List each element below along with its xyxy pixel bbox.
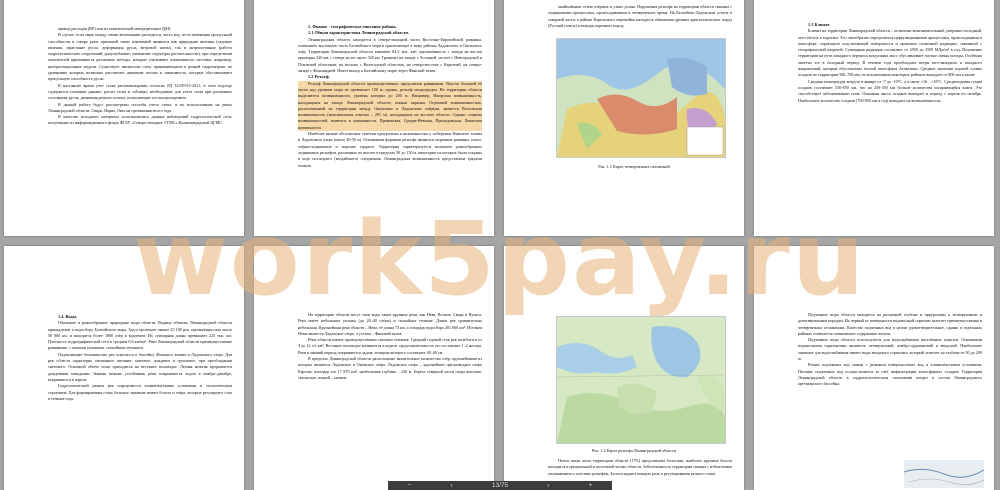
page-counter: 13/75: [491, 482, 509, 489]
document-page-6: На территории области несут свои воды та…: [254, 246, 494, 490]
document-page-2: 1. Физико - географическое описание райо…: [254, 0, 494, 236]
zoom-in-button[interactable]: +: [589, 482, 593, 489]
relief-map: [556, 316, 726, 444]
page-3-text: окаймлённые сетью озёрных и узких долин.…: [548, 4, 732, 29]
paragraph: Гидрологический режим рек определяется к…: [48, 383, 232, 401]
page-navigation-bar: − ‹ 13/75 › +: [388, 481, 612, 490]
document-page-4: 1.3 Климат Климат на территории Ленингра…: [754, 0, 994, 236]
document-page-8: Подземные воды области находятся на разл…: [754, 246, 994, 490]
previous-page-button[interactable]: ‹: [451, 482, 453, 489]
document-page-7: Рис. 1.2 Карта рельефа Ленинградской обл…: [504, 246, 744, 490]
figure-caption: Рис. 1.2 Карта рельефа Ленинградской обл…: [592, 448, 676, 453]
paragraph: Рельеф Ленинградской области преимуществ…: [298, 80, 482, 132]
paragraph: В пределах Ленинградской области располо…: [298, 356, 482, 380]
page-6-text: На территории области несут свои воды та…: [298, 312, 482, 381]
paragraph: Ленинградская область находится в северо…: [298, 36, 482, 74]
paragraph: Обильные и разнообразные природные воды …: [48, 320, 232, 351]
paragraph: Режим подземных вод связан с режимом пов…: [798, 362, 982, 387]
hydrogeology-map-thumbnail: [904, 460, 984, 488]
document-page-1: привод расходов (КР) или их кинетической…: [4, 0, 244, 236]
paragraph: Подавляющее большинство рек относится к …: [48, 351, 232, 382]
page-4-text: 1.3 Климат Климат на территории Ленингра…: [798, 22, 982, 104]
figure-caption: Рис. 1.1 Карта четвертичных отложений: [598, 164, 670, 169]
page-8-text: Подземные воды области находятся на разл…: [798, 312, 982, 388]
paragraph: Реки области имеют преимущественно снего…: [298, 337, 482, 355]
quaternary-deposits-map: [556, 38, 726, 158]
paragraph: Наиболее низкие абсолютные отметки приур…: [298, 131, 482, 168]
paragraph: Подземные воды области используются для …: [798, 337, 982, 362]
paragraph: В качестве исходного материала использов…: [48, 114, 232, 126]
paragraph: В данной работе будут рассмотрены способ…: [48, 101, 232, 113]
next-page-button[interactable]: ›: [547, 482, 549, 489]
paragraph: Средняя температура воздуха в январе от …: [798, 78, 982, 103]
paragraph: В случае, если связь между этими величин…: [48, 32, 232, 82]
page-1-text: привод расходов (КР) или их кинетической…: [48, 26, 232, 127]
paragraph: На территории области несут свои воды та…: [298, 312, 482, 336]
zoom-out-button[interactable]: −: [408, 482, 412, 489]
paragraph: Подземные воды области находятся на разл…: [798, 312, 982, 336]
paragraph: Почти пятая часть территории области (17…: [548, 458, 732, 476]
page-7-text: Почти пятая часть территории области (17…: [548, 458, 732, 477]
page-5-text: 1.4. Воды. Обильные и разнообразные прир…: [48, 314, 232, 402]
paragraph: окаймлённые сетью озёрных и узких долин.…: [548, 4, 732, 28]
paragraph: В настоящее время учет стока регламентир…: [48, 82, 232, 101]
document-page-5: 1.4. Воды. Обильные и разнообразные прир…: [4, 246, 244, 490]
document-page-3: окаймлённые сетью озёрных и узких долин.…: [504, 0, 744, 236]
paragraph: Климат на территории Ленинградской облас…: [798, 28, 982, 78]
page-2-text: 1. Физико - географическое описание райо…: [298, 24, 482, 169]
